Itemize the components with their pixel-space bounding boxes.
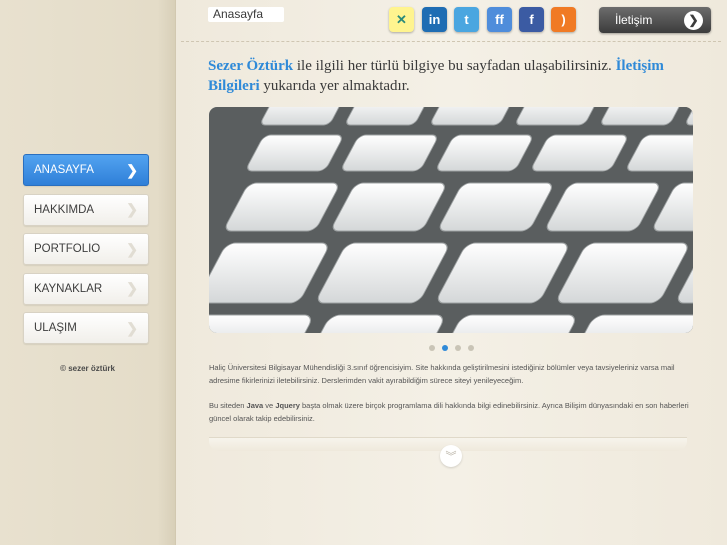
header-divider — [181, 41, 721, 42]
sidebar-item-label: PORTFOLIO — [34, 243, 101, 255]
slider-pagination — [429, 345, 474, 351]
sidebar-item-kaynaklar[interactable]: KAYNAKLAR ❯ — [23, 272, 149, 305]
sidebar-item-label: KAYNAKLAR — [34, 282, 103, 295]
text-span: ve — [263, 401, 276, 410]
chevron-right-icon: ❯ — [126, 319, 138, 336]
chevron-right-icon: ❯ — [126, 280, 138, 296]
sidebar-item-anasayfa[interactable]: ANASAYFA ❯ — [23, 154, 149, 186]
twitter-icon[interactable]: t — [454, 7, 479, 32]
scroll-down-button[interactable]: ︾ — [440, 445, 462, 467]
body-text: Haliç Üniversitesi Bilgisayar Mühendisli… — [209, 362, 689, 438]
keyword-java: Java — [246, 401, 264, 410]
sidebar-item-ulasim[interactable]: ULAŞIM ❯ — [23, 312, 149, 344]
chevron-right-icon: ❯ — [684, 10, 703, 30]
sidebar-item-label: ULAŞIM — [34, 322, 77, 334]
contact-button[interactable]: İletişim ❯ — [599, 7, 711, 33]
slider-dot[interactable] — [455, 345, 461, 351]
slider-dot[interactable] — [442, 345, 448, 351]
chevron-right-icon: ❯ — [126, 161, 138, 178]
chevron-down-icon: ︾ — [445, 451, 457, 463]
text-span: Bu siteden — [209, 401, 247, 410]
intro-text-part2: yukarıda yer almaktadır. — [259, 78, 410, 94]
body-paragraph: Haliç Üniversitesi Bilgisayar Mühendisli… — [209, 363, 675, 385]
sidebar-nav: ANASAYFA ❯ HAKKIMDA ❯ PORTFOLIO ❯ KAYNAK… — [23, 154, 149, 352]
chevron-right-icon: ❯ — [126, 201, 138, 217]
sidebar-item-label: ANASAYFA — [34, 164, 94, 176]
xing-icon[interactable]: ✕ — [389, 7, 414, 32]
chevron-right-icon: ❯ — [126, 240, 138, 257]
slider-dot[interactable] — [429, 345, 435, 351]
friendfeed-icon[interactable]: ff — [487, 7, 512, 32]
body-paragraph: Bu siteden Java ve Jquery başta olmak üz… — [209, 400, 689, 425]
keyword-jquery: Jquery — [275, 401, 300, 410]
page-title-tab: Anasayfa — [208, 7, 284, 22]
image-slider[interactable] — [209, 107, 693, 333]
contact-button-label: İletişim — [615, 13, 653, 27]
keyboard-image — [209, 107, 693, 333]
intro-text-part1: ile ilgili her türlü bilgiye bu sayfadan… — [293, 58, 616, 74]
intro-text: Sezer Öztürk ile ilgili her türlü bilgiy… — [208, 56, 688, 96]
author-name: Sezer Öztürk — [208, 58, 294, 74]
slider-dot[interactable] — [468, 345, 474, 351]
rss-icon[interactable]: ) — [551, 7, 576, 32]
sidebar-item-label: HAKKIMDA — [34, 203, 95, 216]
sidebar-item-portfolio[interactable]: PORTFOLIO ❯ — [23, 233, 149, 265]
linkedin-icon[interactable]: in — [422, 7, 447, 32]
sidebar-item-hakkimda[interactable]: HAKKIMDA ❯ — [23, 193, 149, 226]
facebook-icon[interactable]: f — [519, 7, 544, 32]
copyright: © sezer öztürk — [60, 364, 115, 373]
